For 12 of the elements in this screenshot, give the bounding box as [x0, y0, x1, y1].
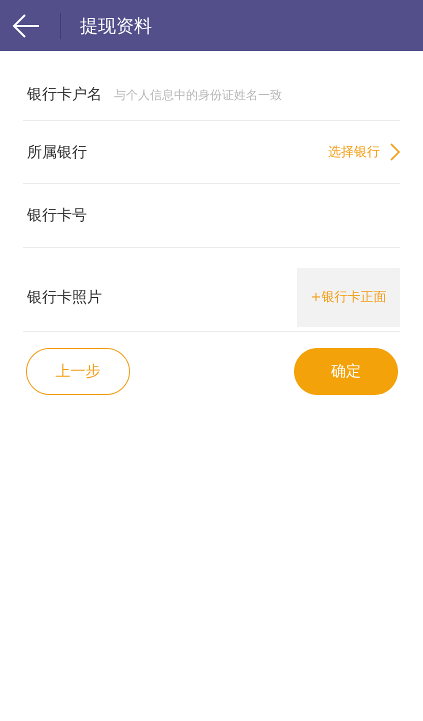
confirm-button[interactable]: 确定	[294, 348, 398, 395]
previous-step-button[interactable]: 上一步	[26, 348, 130, 395]
page-title: 提现资料	[80, 14, 152, 38]
upload-photo-button[interactable]: +银行卡正面	[297, 268, 400, 326]
chevron-right-icon	[390, 143, 400, 161]
input-field[interactable]: 与个人信息中的身份证姓名一致	[114, 82, 400, 106]
back-arrow-icon[interactable]	[12, 14, 40, 38]
field-label: 银行卡户名	[26, 85, 102, 104]
field-label: 银行卡照片	[26, 288, 102, 306]
select-bank-button[interactable]: 选择银行	[328, 143, 400, 161]
field-label: 银行卡号	[26, 206, 87, 225]
field-label: 所属银行	[26, 142, 87, 162]
